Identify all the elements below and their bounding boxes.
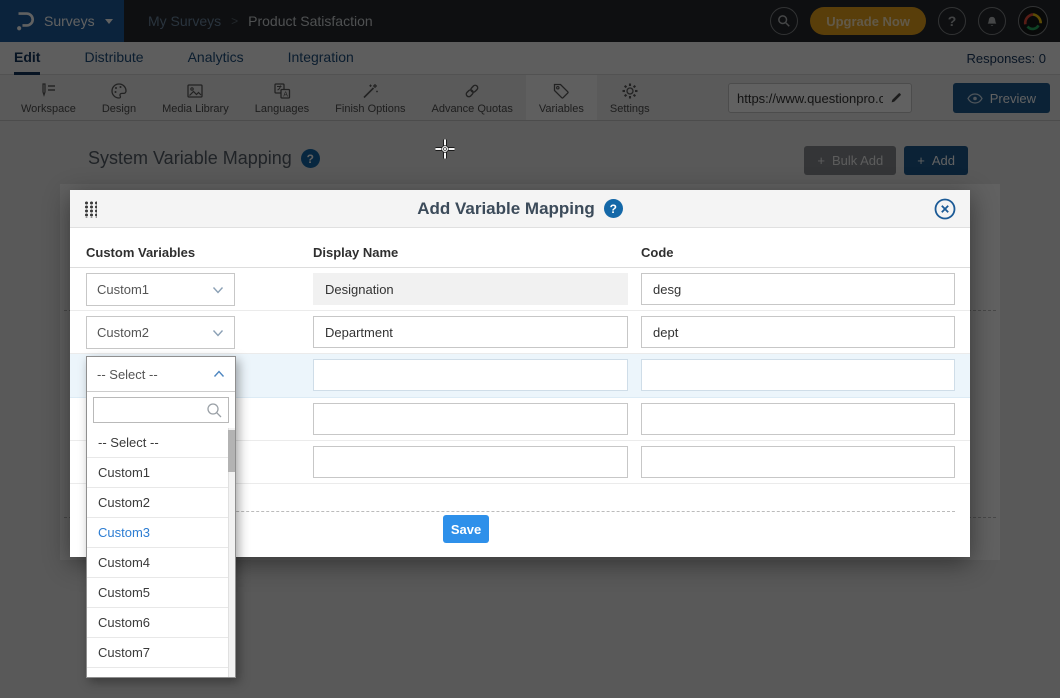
chevron-down-icon bbox=[212, 286, 224, 294]
mouse-cursor-icon bbox=[434, 138, 456, 160]
mapping-row: Custom2 bbox=[70, 311, 970, 354]
display-name-input[interactable] bbox=[313, 273, 628, 305]
dropdown-option[interactable]: Custom4 bbox=[87, 548, 235, 578]
chevron-down-icon bbox=[212, 329, 224, 337]
code-input[interactable] bbox=[641, 273, 955, 305]
mapping-row: Custom1 bbox=[70, 268, 970, 311]
column-header-display-name: Display Name bbox=[313, 245, 398, 260]
dropdown-value: -- Select -- bbox=[97, 367, 158, 382]
selected-variable: Custom2 bbox=[97, 325, 149, 340]
code-input[interactable] bbox=[641, 403, 955, 435]
dropdown-trigger[interactable]: -- Select -- bbox=[87, 357, 235, 392]
dropdown-search[interactable] bbox=[93, 397, 229, 423]
display-name-input[interactable] bbox=[313, 446, 628, 478]
magnifier-icon bbox=[206, 402, 223, 419]
dropdown-option[interactable]: Custom7 bbox=[87, 638, 235, 668]
drag-handle-icon[interactable] bbox=[84, 201, 97, 218]
custom-variable-select[interactable]: Custom2 bbox=[86, 316, 235, 349]
dropdown-option[interactable]: Custom1 bbox=[87, 458, 235, 488]
modal-help-icon[interactable] bbox=[604, 199, 623, 218]
display-name-input[interactable] bbox=[313, 403, 628, 435]
code-input[interactable] bbox=[641, 316, 955, 348]
custom-variable-dropdown: -- Select -- -- Select -- Custom1 Custom… bbox=[86, 356, 236, 678]
dropdown-option[interactable]: Custom6 bbox=[87, 608, 235, 638]
dropdown-option[interactable]: Custom2 bbox=[87, 488, 235, 518]
modal-header: Add Variable Mapping bbox=[70, 190, 970, 228]
dropdown-options-list: -- Select -- Custom1 Custom2 Custom3 Cus… bbox=[87, 428, 235, 677]
selected-variable: Custom1 bbox=[97, 282, 149, 297]
close-icon[interactable] bbox=[934, 198, 956, 220]
scrollbar-thumb[interactable] bbox=[228, 430, 235, 472]
dropdown-option[interactable]: Custom5 bbox=[87, 578, 235, 608]
modal-title: Add Variable Mapping bbox=[417, 199, 595, 219]
display-name-input[interactable] bbox=[313, 359, 628, 391]
code-input[interactable] bbox=[641, 359, 955, 391]
display-name-input[interactable] bbox=[313, 316, 628, 348]
save-button[interactable]: Save bbox=[443, 515, 489, 543]
dropdown-scrollbar[interactable] bbox=[228, 428, 235, 677]
custom-variable-select[interactable]: Custom1 bbox=[86, 273, 235, 306]
column-header-custom-variables: Custom Variables bbox=[86, 245, 195, 260]
chevron-up-icon bbox=[213, 370, 225, 378]
dropdown-option[interactable]: -- Select -- bbox=[87, 428, 235, 458]
code-input[interactable] bbox=[641, 446, 955, 478]
dropdown-option-highlighted[interactable]: Custom3 bbox=[87, 518, 235, 548]
column-header-code: Code bbox=[641, 245, 674, 260]
